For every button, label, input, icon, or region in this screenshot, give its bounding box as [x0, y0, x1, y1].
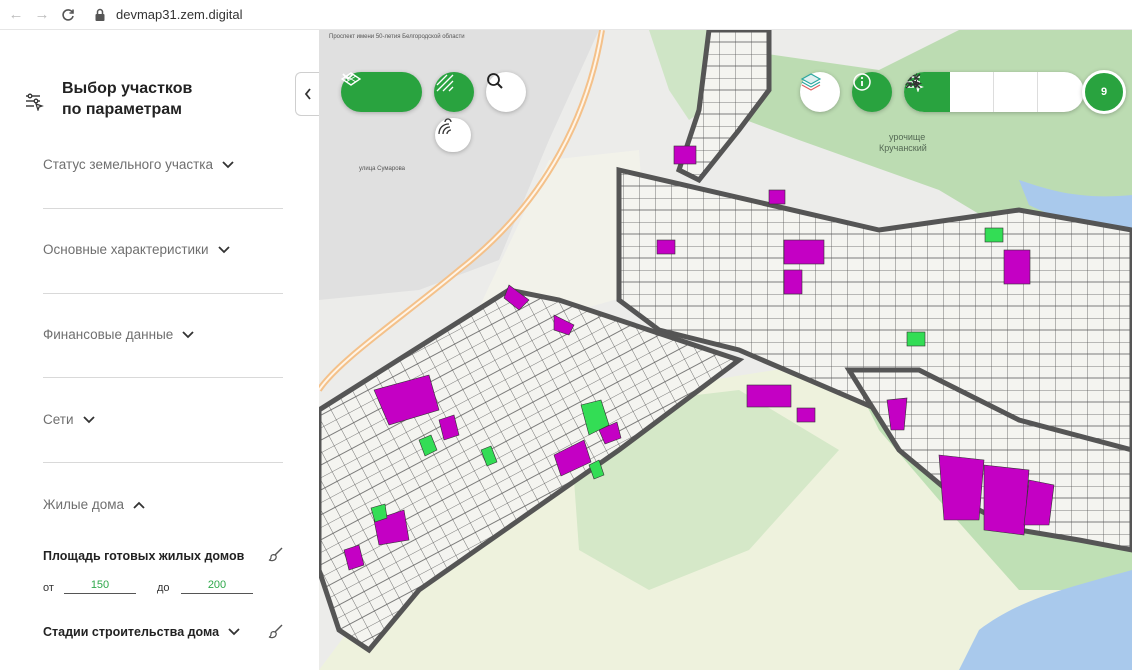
housing-area-range: от 150 до 200	[43, 578, 283, 600]
selection-count-badge[interactable]: 9	[1082, 70, 1126, 114]
map-canvas[interactable]: Проспект имени 50-летия Белгородской обл…	[319, 30, 1132, 670]
area-from-input[interactable]: 150	[64, 578, 136, 594]
chevron-down-icon	[222, 160, 234, 168]
section-label: Статус земельного участка	[43, 157, 214, 172]
back-button[interactable]: ←	[6, 5, 26, 25]
map-label-tract: урочище	[889, 132, 925, 142]
section-residential[interactable]: Жилые дома	[43, 497, 283, 517]
search-icon	[487, 73, 503, 89]
sidebar-collapse-button[interactable]	[295, 72, 319, 116]
selection-toolbar	[904, 72, 1084, 112]
chevron-down-icon	[82, 415, 95, 423]
arrow-left-icon: ←	[8, 6, 24, 23]
area-to-input[interactable]: 200	[181, 578, 253, 594]
section-networks[interactable]: Сети	[43, 412, 283, 463]
filter-sidebar: Выбор участков по параметрам Статус земе…	[0, 30, 319, 670]
url-text: devmap31.zem.digital	[116, 7, 243, 22]
lock-icon	[95, 8, 105, 21]
chevron-down-icon	[228, 628, 240, 636]
brush-icon[interactable]	[268, 546, 284, 562]
collapse-view-button[interactable]	[905, 72, 1082, 112]
basemap-button[interactable]	[800, 72, 840, 112]
housing-area-label: Площадь готовых жилых домов	[43, 549, 245, 563]
basemap-icon	[800, 73, 822, 91]
fountain-icon	[438, 118, 452, 135]
search-button[interactable]	[486, 72, 526, 112]
section-label: Финансовые данные	[43, 327, 174, 342]
section-label: Жилые дома	[43, 497, 125, 512]
hatch-button[interactable]	[434, 72, 474, 112]
collapse-icon	[905, 73, 921, 89]
select-area-button[interactable]	[904, 72, 994, 112]
section-label: Сети	[43, 412, 74, 427]
section-label: Основные характеристики	[43, 242, 209, 257]
fountain-button[interactable]	[435, 118, 471, 152]
info-icon	[853, 73, 871, 91]
hatch-icon	[436, 74, 454, 92]
section-land-status[interactable]: Статус земельного участка	[43, 157, 283, 209]
chevron-down-icon	[182, 330, 194, 338]
arrow-right-icon: →	[34, 6, 50, 23]
from-label: от	[43, 582, 54, 594]
title-line-2: по параметрам	[62, 101, 182, 118]
map-label-tract-name: Кручанский	[879, 143, 927, 153]
info-button[interactable]	[852, 72, 892, 112]
brush-icon[interactable]	[268, 623, 284, 639]
reload-icon	[62, 8, 74, 21]
reload-button[interactable]	[58, 5, 78, 25]
layers-dropdown-button[interactable]	[341, 72, 422, 112]
sidebar-title: Выбор участков по параметрам	[62, 78, 252, 120]
map-label-street2: улица Сумарова	[359, 166, 406, 172]
section-financial[interactable]: Финансовые данные	[43, 327, 283, 378]
chevron-left-icon	[304, 88, 311, 100]
chevron-down-icon	[342, 73, 354, 81]
construction-stages-dropdown[interactable]: Стадии строительства дома	[43, 625, 241, 639]
chevron-up-icon	[133, 501, 145, 509]
deselect-area-button[interactable]	[905, 72, 1038, 112]
title-line-1: Выбор участков	[62, 80, 193, 97]
section-main-characteristics[interactable]: Основные характеристики	[43, 242, 283, 294]
address-bar[interactable]: devmap31.zem.digital	[92, 7, 242, 23]
browser-toolbar: ← → devmap31.zem.digital	[0, 0, 1132, 30]
map-label-street1: Проспект имени 50-летия Белгородской обл…	[329, 33, 465, 40]
forward-button[interactable]: →	[32, 5, 52, 25]
selection-count: 9	[1100, 86, 1108, 98]
stages-label: Стадии строительства дома	[43, 625, 220, 639]
to-label: до	[157, 582, 170, 594]
filter-icon	[26, 93, 44, 111]
chevron-down-icon	[217, 245, 230, 253]
